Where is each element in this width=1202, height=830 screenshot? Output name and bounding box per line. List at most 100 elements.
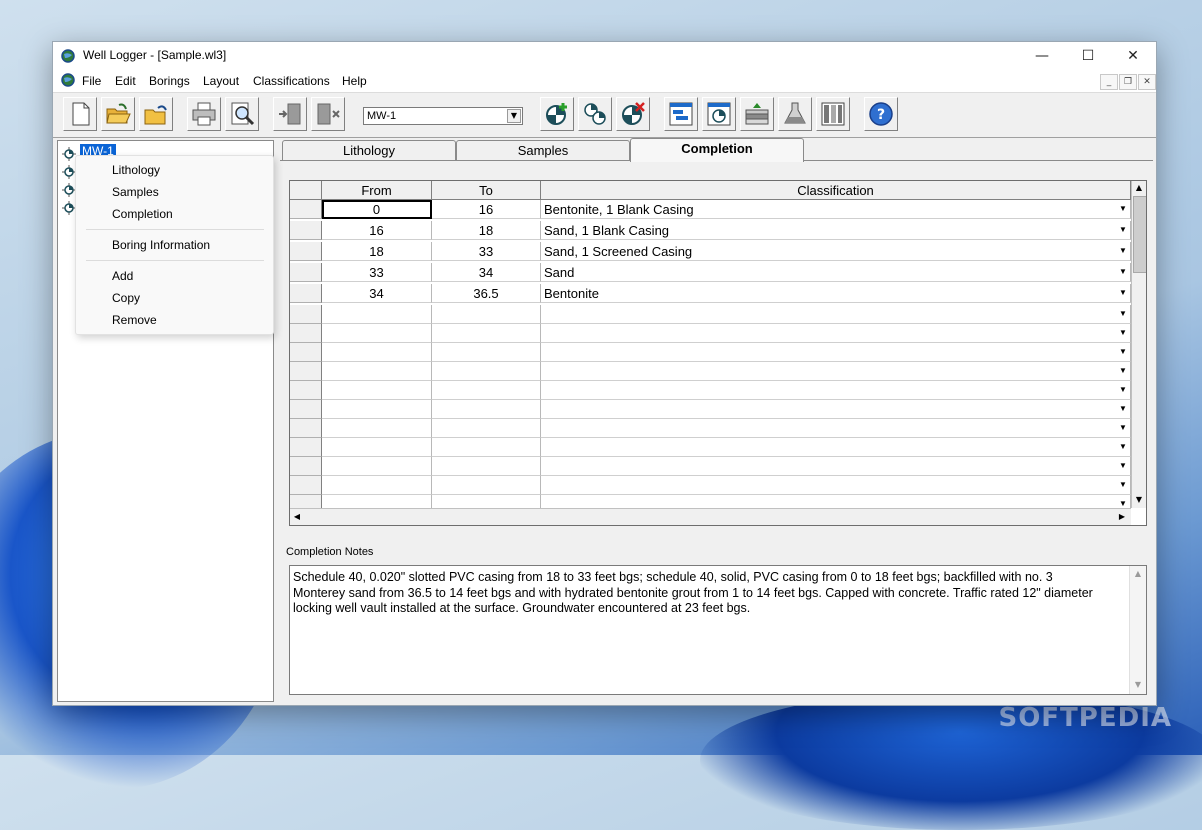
from-cell[interactable] (322, 324, 432, 343)
row-header[interactable] (290, 381, 322, 400)
minimize-button[interactable]: — (1019, 42, 1065, 70)
to-cell[interactable]: 34 (432, 263, 541, 282)
boring-node-icon[interactable] (62, 201, 76, 215)
lab-button[interactable] (778, 97, 812, 131)
remove-boring-button[interactable] (616, 97, 650, 131)
chevron-down-icon[interactable]: ▼ (1117, 287, 1129, 299)
chevron-down-icon[interactable]: ▼ (1117, 327, 1129, 339)
to-cell[interactable]: 16 (432, 200, 541, 219)
from-cell[interactable] (322, 438, 432, 457)
classification-cell[interactable]: ▼ (541, 305, 1131, 324)
row-header[interactable] (290, 263, 322, 282)
to-cell[interactable] (432, 476, 541, 495)
row-header[interactable] (290, 284, 322, 303)
boring-symbol-button[interactable] (702, 97, 736, 131)
from-cell[interactable] (322, 305, 432, 324)
layout-button[interactable] (664, 97, 698, 131)
scroll-right-icon[interactable]: ▶ (1115, 510, 1129, 524)
row-header[interactable] (290, 324, 322, 343)
context-item-samples[interactable]: Samples (112, 185, 159, 199)
classification-cell[interactable]: Sand, 1 Blank Casing ▼ (541, 221, 1131, 240)
chevron-down-icon[interactable]: ▼ (1117, 422, 1129, 434)
classification-cell[interactable]: ▼ (541, 324, 1131, 343)
chevron-down-icon[interactable]: ▼ (1117, 384, 1129, 396)
to-cell[interactable] (432, 381, 541, 400)
context-item-add[interactable]: Add (112, 269, 133, 283)
print-preview-button[interactable] (225, 97, 259, 131)
to-cell[interactable]: 36.5 (432, 284, 541, 303)
delete-row-button[interactable] (311, 97, 345, 131)
chevron-down-icon[interactable]: ▼ (1117, 346, 1129, 358)
classification-cell[interactable]: Bentonite ▼ (541, 284, 1131, 303)
column-header-from[interactable]: From (322, 181, 432, 200)
to-cell[interactable] (432, 362, 541, 381)
classification-cell[interactable]: ▼ (541, 381, 1131, 400)
from-cell[interactable]: 0 (322, 200, 432, 219)
row-header[interactable] (290, 200, 322, 219)
scroll-left-icon[interactable]: ◀ (290, 510, 304, 524)
to-cell[interactable] (432, 324, 541, 343)
boring-select[interactable]: MW-1 ▼ (363, 107, 523, 125)
from-cell[interactable] (322, 343, 432, 362)
globe-icon[interactable] (61, 73, 75, 87)
from-cell[interactable]: 34 (322, 284, 432, 303)
insert-row-button[interactable] (273, 97, 307, 131)
from-cell[interactable] (322, 419, 432, 438)
boring-node-icon[interactable] (62, 183, 76, 197)
new-button[interactable] (63, 97, 97, 131)
to-cell[interactable] (432, 343, 541, 362)
chevron-down-icon[interactable]: ▼ (1117, 308, 1129, 320)
cross-section-button[interactable] (740, 97, 774, 131)
classification-cell[interactable]: ▼ (541, 476, 1131, 495)
chevron-down-icon[interactable]: ▼ (1117, 479, 1129, 491)
row-header[interactable] (290, 242, 322, 261)
grid-horizontal-scrollbar[interactable]: ◀ ▶ (290, 508, 1131, 525)
row-header[interactable] (290, 362, 322, 381)
menu-edit[interactable]: Edit (115, 74, 136, 88)
mdi-minimize-button[interactable]: _ (1100, 74, 1118, 90)
from-cell[interactable] (322, 362, 432, 381)
mdi-restore-button[interactable]: ❐ (1119, 74, 1137, 90)
to-cell[interactable]: 18 (432, 221, 541, 240)
close-button[interactable]: ✕ (1110, 42, 1156, 70)
row-header[interactable] (290, 438, 322, 457)
open-button[interactable] (101, 97, 135, 131)
column-header-classification[interactable]: Classification (541, 181, 1131, 200)
menu-layout[interactable]: Layout (203, 74, 239, 88)
menu-borings[interactable]: Borings (149, 74, 190, 88)
row-header[interactable] (290, 419, 322, 438)
copy-boring-button[interactable] (578, 97, 612, 131)
chevron-down-icon[interactable]: ▼ (1117, 460, 1129, 472)
help-button[interactable]: ? (864, 97, 898, 131)
row-header[interactable] (290, 221, 322, 240)
row-header[interactable] (290, 476, 322, 495)
pane-splitter[interactable] (275, 138, 279, 704)
columns-button[interactable] (816, 97, 850, 131)
from-cell[interactable]: 16 (322, 221, 432, 240)
to-cell[interactable] (432, 419, 541, 438)
maximize-button[interactable]: ☐ (1065, 42, 1111, 70)
to-cell[interactable]: 33 (432, 242, 541, 261)
menu-file[interactable]: File (82, 74, 101, 88)
classification-cell[interactable]: ▼ (541, 419, 1131, 438)
to-cell[interactable] (432, 457, 541, 476)
tab-lithology[interactable]: Lithology (282, 140, 456, 160)
classification-cell[interactable]: ▼ (541, 362, 1131, 381)
classification-cell[interactable]: ▼ (541, 457, 1131, 476)
row-header[interactable] (290, 343, 322, 362)
context-item-boring-information[interactable]: Boring Information (112, 238, 210, 252)
mdi-close-button[interactable]: ✕ (1138, 74, 1156, 90)
menu-classifications[interactable]: Classifications (253, 74, 330, 88)
scroll-down-icon[interactable]: ▼ (1131, 678, 1145, 692)
row-header[interactable] (290, 400, 322, 419)
completion-notes-text[interactable]: Schedule 40, 0.020" slotted PVC casing f… (293, 570, 1093, 617)
classification-cell[interactable]: ▼ (541, 400, 1131, 419)
row-header[interactable] (290, 457, 322, 476)
classification-cell[interactable]: ▼ (541, 438, 1131, 457)
row-header[interactable] (290, 305, 322, 324)
classification-cell[interactable]: Bentonite, 1 Blank Casing ▼ (541, 200, 1131, 219)
to-cell[interactable] (432, 400, 541, 419)
column-header-to[interactable]: To (432, 181, 541, 200)
chevron-down-icon[interactable]: ▼ (1117, 245, 1129, 257)
from-cell[interactable]: 33 (322, 263, 432, 282)
